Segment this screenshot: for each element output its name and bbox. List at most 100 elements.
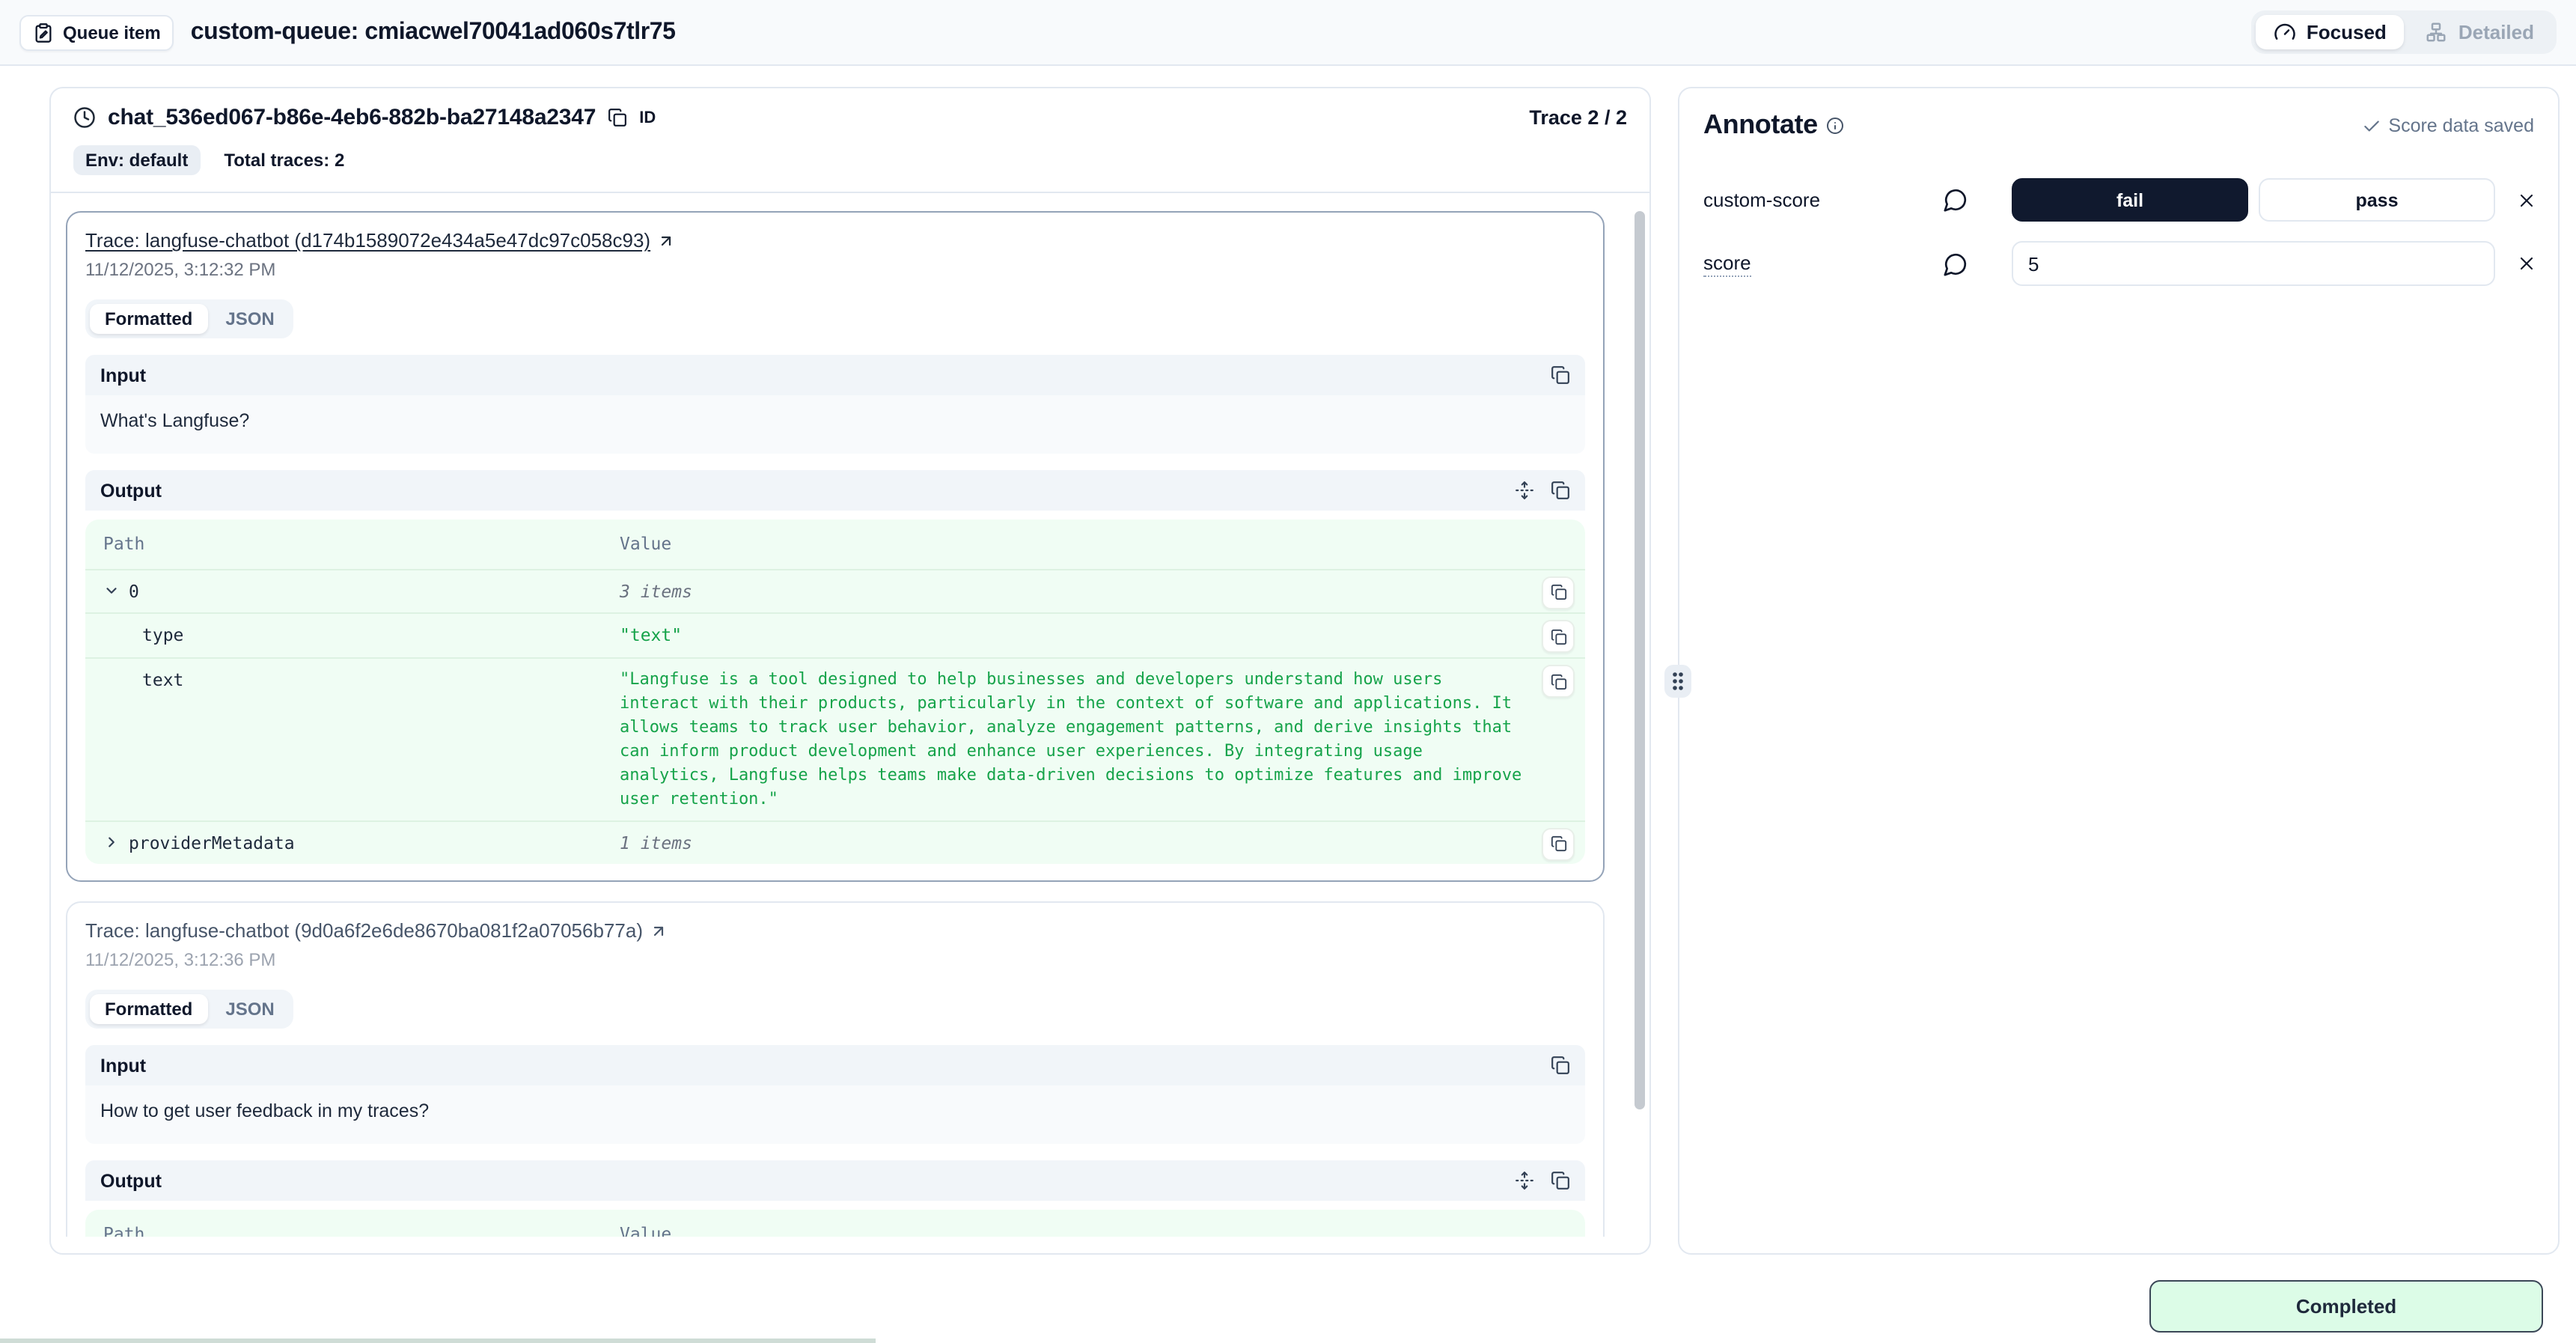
- column-value: Value: [620, 532, 1522, 556]
- remove-score-icon[interactable]: [2516, 189, 2537, 210]
- queue-item-badge-label: Queue item: [63, 22, 161, 43]
- expand-output-button[interactable]: [1515, 1172, 1534, 1191]
- table-row[interactable]: type "text": [85, 613, 1585, 657]
- copy-output-button[interactable]: [1551, 1172, 1570, 1191]
- table-row[interactable]: 0 3 items: [85, 568, 1585, 612]
- format-tabs: Formatted JSON: [85, 299, 294, 338]
- input-text: How to get user feedback in my traces?: [85, 1086, 1585, 1145]
- annotate-title: Annotate: [1703, 109, 1818, 141]
- column-value: Value: [620, 1222, 1522, 1237]
- save-status-label: Score data saved: [2388, 115, 2534, 136]
- row-value: 3 items: [620, 579, 1522, 603]
- gauge-icon: [2274, 21, 2296, 43]
- remove-score-icon[interactable]: [2516, 253, 2537, 274]
- row-key: text: [142, 669, 183, 690]
- output-label: Output: [100, 1171, 162, 1192]
- format-tabs: Formatted JSON: [85, 990, 294, 1029]
- column-path: Path: [103, 532, 620, 555]
- trace-panel: chat_536ed067-b86e-4eb6-882b-ba27148a234…: [49, 87, 1651, 1255]
- table-row[interactable]: providerMetadata 1 items: [85, 820, 1585, 864]
- score-option-fail[interactable]: fail: [2012, 178, 2248, 222]
- queue-item-badge: Queue item: [19, 14, 174, 50]
- chevron-down-icon[interactable]: [103, 582, 120, 599]
- trace-timestamp: 11/12/2025, 3:12:36 PM: [85, 950, 1585, 971]
- tab-formatted[interactable]: Formatted: [90, 304, 207, 334]
- completed-button[interactable]: Completed: [2149, 1280, 2543, 1333]
- panel-resize-handle[interactable]: [1664, 665, 1691, 698]
- copy-row-button[interactable]: [1542, 621, 1575, 654]
- copy-input-button[interactable]: [1551, 365, 1570, 385]
- column-path: Path: [103, 1222, 620, 1237]
- row-value: "Langfuse is a tool designed to help bus…: [620, 668, 1522, 811]
- id-label: ID: [639, 109, 656, 127]
- total-traces-label: Total traces: 2: [224, 150, 344, 171]
- annotate-panel: Annotate Score data saved custom-score f…: [1678, 87, 2560, 1255]
- row-key: providerMetadata: [129, 832, 295, 853]
- detailed-view-label: Detailed: [2459, 21, 2534, 43]
- output-json-table: Path Value 0 3 items: [85, 520, 1585, 865]
- vertical-scrollbar[interactable]: [1635, 211, 1645, 1109]
- output-section: Output Path Valu: [85, 1161, 1585, 1237]
- copy-row-button[interactable]: [1542, 827, 1575, 860]
- input-label: Input: [100, 1056, 146, 1076]
- grip-dots-icon: [1670, 671, 1685, 692]
- input-label: Input: [100, 365, 146, 386]
- trace-timestamp: 11/12/2025, 3:12:32 PM: [85, 259, 1585, 280]
- score-option-pass[interactable]: pass: [2259, 178, 2495, 222]
- table-row[interactable]: text "Langfuse is a tool designed to hel…: [85, 657, 1585, 820]
- output-label: Output: [100, 480, 162, 501]
- view-toggle: Focused Detailed: [2251, 10, 2557, 54]
- copy-input-button[interactable]: [1551, 1056, 1570, 1076]
- score-name-label: custom-score: [1703, 189, 1820, 211]
- tab-json[interactable]: JSON: [210, 304, 289, 334]
- bottom-edge-strip: [0, 1339, 876, 1343]
- copy-output-button[interactable]: [1551, 481, 1570, 500]
- input-section: Input What's Langfuse?: [85, 355, 1585, 454]
- tab-formatted[interactable]: Formatted: [90, 995, 207, 1025]
- table-header-row: Path Value: [85, 520, 1585, 568]
- clipboard-pen-icon: [33, 22, 54, 43]
- check-icon: [2361, 116, 2381, 135]
- tab-json[interactable]: JSON: [210, 995, 289, 1025]
- trace-counter: Trace 2 / 2: [1529, 106, 1627, 129]
- trace-block-1: Trace: langfuse-chatbot (d174b1589072e43…: [66, 211, 1605, 883]
- row-value: 1 items: [620, 830, 1522, 855]
- output-section: Output Path Valu: [85, 470, 1585, 865]
- input-text: What's Langfuse?: [85, 395, 1585, 454]
- trace-link[interactable]: Trace: langfuse-chatbot (9d0a6f2e6de8670…: [85, 920, 643, 942]
- trace-session-title: chat_536ed067-b86e-4eb6-882b-ba27148a234…: [108, 105, 596, 130]
- clock-icon: [73, 106, 96, 129]
- focused-view-button[interactable]: Focused: [2256, 15, 2405, 49]
- save-status: Score data saved: [2361, 115, 2534, 136]
- arrow-up-right-icon: [649, 922, 667, 940]
- page-title: custom-queue: cmiacwel70041ad060s7tlr75: [191, 19, 676, 46]
- copy-row-button[interactable]: [1542, 576, 1575, 609]
- row-value: "text": [620, 624, 1522, 648]
- comment-icon[interactable]: [1943, 187, 1968, 213]
- row-key: type: [142, 625, 183, 646]
- trace-panel-header: chat_536ed067-b86e-4eb6-882b-ba27148a234…: [51, 88, 1649, 193]
- focused-view-label: Focused: [2307, 21, 2387, 43]
- copy-id-button[interactable]: [608, 108, 627, 127]
- score-row-score: score: [1703, 241, 2534, 286]
- input-section: Input How to get user feedback in my tra…: [85, 1046, 1585, 1145]
- comment-icon[interactable]: [1943, 251, 1968, 276]
- env-badge: Env: default: [73, 145, 200, 175]
- copy-row-button[interactable]: [1542, 665, 1575, 698]
- score-name-label: score: [1703, 251, 1751, 276]
- row-key: 0: [129, 580, 139, 601]
- traces-scroll-area: Trace: langfuse-chatbot (d174b1589072e43…: [51, 193, 1649, 1237]
- score-value-input[interactable]: [2012, 241, 2495, 286]
- trace-block-2: Trace: langfuse-chatbot (9d0a6f2e6de8670…: [66, 902, 1605, 1237]
- expand-output-button[interactable]: [1515, 481, 1534, 500]
- detailed-view-button[interactable]: Detailed: [2408, 15, 2552, 49]
- main-content: chat_536ed067-b86e-4eb6-882b-ba27148a234…: [0, 66, 2576, 1343]
- table-header-row: Path Value: [85, 1210, 1585, 1237]
- workflow-icon: [2426, 21, 2448, 43]
- chevron-right-icon[interactable]: [103, 834, 120, 850]
- score-row-custom-score: custom-score fail pass: [1703, 178, 2534, 222]
- output-json-table: Path Value 0 3 items: [85, 1210, 1585, 1237]
- info-icon: [1827, 116, 1845, 134]
- trace-link[interactable]: Trace: langfuse-chatbot (d174b1589072e43…: [85, 229, 650, 252]
- topbar: Queue item custom-queue: cmiacwel70041ad…: [0, 0, 2576, 66]
